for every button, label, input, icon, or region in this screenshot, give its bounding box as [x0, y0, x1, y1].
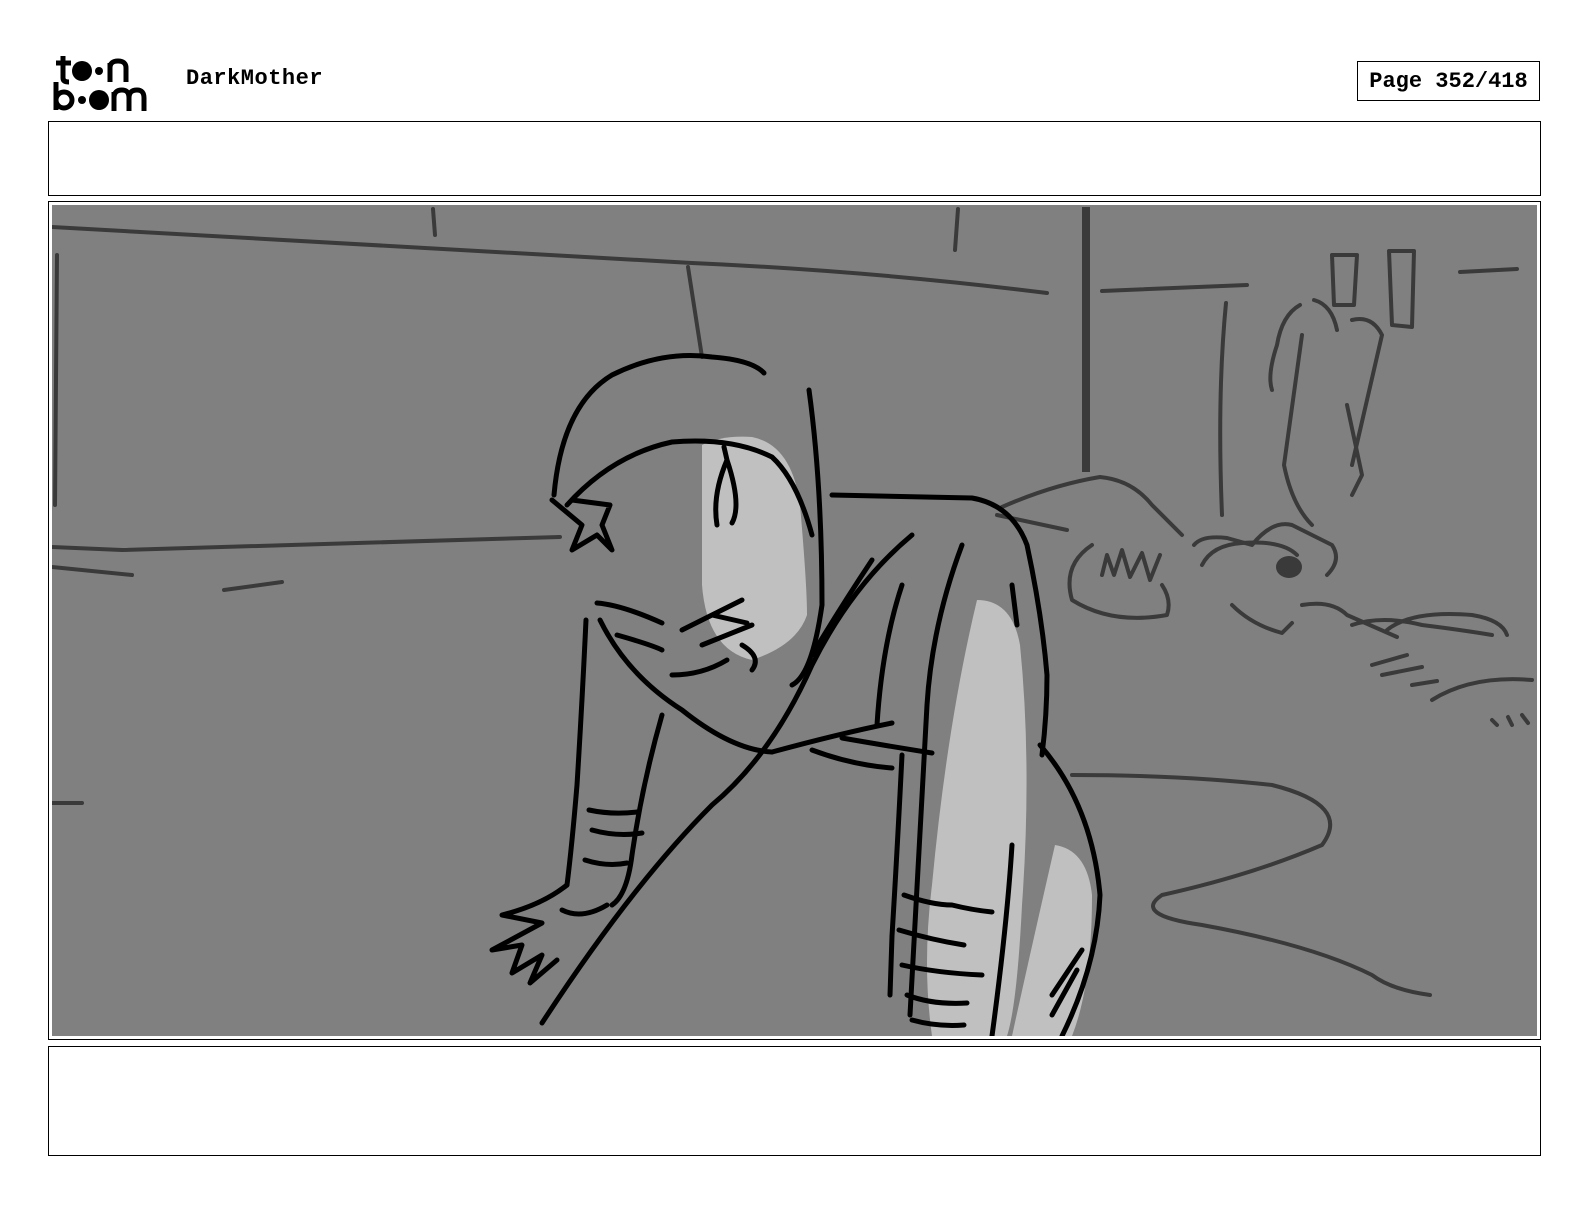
- panel-drawing: [52, 205, 1537, 1036]
- toon-boom-logo: [53, 56, 147, 111]
- page-counter: Page 352/418: [1357, 61, 1540, 101]
- project-title: DarkMother: [186, 66, 324, 91]
- storyboard-panel: [48, 201, 1541, 1040]
- action-notes-box: [48, 1046, 1541, 1156]
- dialogue-notes-box: [48, 121, 1541, 196]
